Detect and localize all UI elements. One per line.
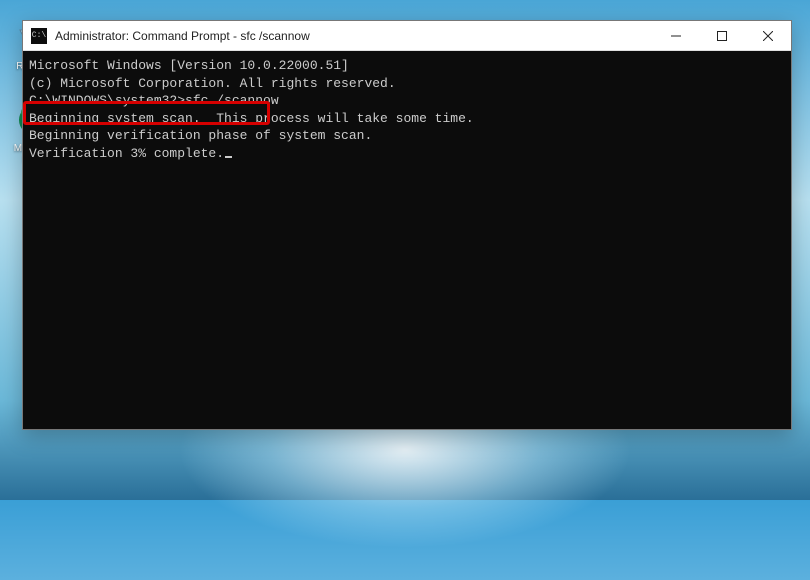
- cmd-icon: C:\: [31, 28, 47, 44]
- terminal-line: Microsoft Windows [Version 10.0.22000.51…: [23, 57, 791, 75]
- minimize-button[interactable]: [653, 21, 699, 51]
- terminal-line: Beginning system scan. This process will…: [23, 110, 791, 128]
- terminal-output[interactable]: Microsoft Windows [Version 10.0.22000.51…: [23, 51, 791, 429]
- terminal-line: (c) Microsoft Corporation. All rights re…: [23, 75, 791, 93]
- maximize-button[interactable]: [699, 21, 745, 51]
- terminal-prompt-line: C:\WINDOWS\system32>sfc /scannow: [23, 92, 791, 110]
- terminal-line: Beginning verification phase of system s…: [23, 127, 791, 145]
- terminal-progress-line: Verification 3% complete.: [23, 145, 791, 163]
- terminal-cursor: [225, 156, 232, 158]
- window-title: Administrator: Command Prompt - sfc /sca…: [55, 29, 653, 43]
- close-button[interactable]: [745, 21, 791, 51]
- command-prompt-window: C:\ Administrator: Command Prompt - sfc …: [22, 20, 792, 430]
- window-controls: [653, 21, 791, 51]
- window-titlebar[interactable]: C:\ Administrator: Command Prompt - sfc …: [23, 21, 791, 51]
